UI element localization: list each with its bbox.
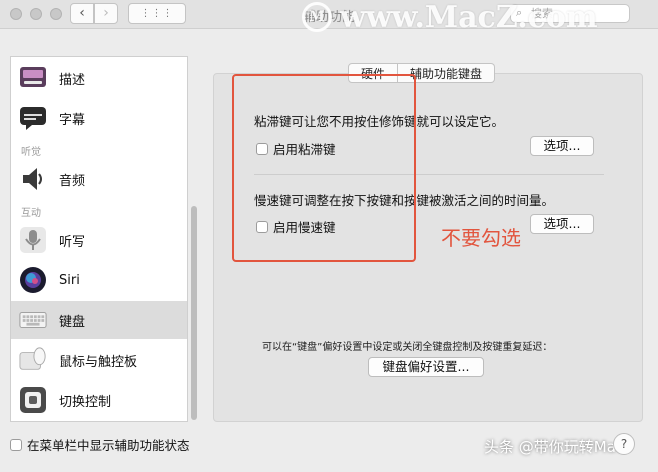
watermark-text: www.MacZ.com: [340, 0, 598, 35]
sidebar-item-label: 听写: [59, 234, 86, 250]
watermark-logo: M: [302, 2, 332, 32]
microphone-icon: [19, 226, 47, 254]
keyboard-preferences-button[interactable]: 键盘偏好设置...: [368, 357, 484, 377]
sidebar-section-interaction: 互动: [21, 208, 41, 219]
switch-control-icon: [19, 386, 47, 414]
description-icon: [19, 64, 47, 92]
menubar-status-label: 在菜单栏中显示辅助功能状态: [27, 438, 190, 453]
keyboard-prefs-note: 可以在“键盘”偏好设置中设定或关闭全键盘控制及按键重复延迟：: [262, 342, 553, 353]
speaker-icon: [19, 165, 47, 193]
sticky-keys-options-button[interactable]: 选项...: [530, 136, 594, 156]
menubar-status-checkbox[interactable]: 在菜单栏中显示辅助功能状态: [10, 435, 190, 454]
sidebar-item-label: 描述: [59, 72, 86, 88]
sidebar[interactable]: 描述 字幕 听觉 音频 互动 听写 Siri 键盘 鼠标与触控板 切换控制: [10, 56, 188, 422]
sidebar-section-hearing: 听觉: [21, 147, 41, 158]
sidebar-item-label: 鼠标与触控板: [59, 354, 138, 370]
watermark: M www.MacZ.com: [296, 0, 598, 35]
sidebar-item-captions[interactable]: 字幕: [11, 99, 187, 137]
help-button[interactable]: ?: [613, 433, 635, 455]
mouse-trackpad-icon: [19, 346, 47, 374]
sidebar-item-switch-control[interactable]: 切换控制: [11, 381, 187, 419]
sidebar-scrollbar[interactable]: [191, 206, 197, 420]
sidebar-item-label: 音频: [59, 173, 86, 189]
sidebar-item-siri[interactable]: Siri: [11, 261, 187, 299]
checkbox-box[interactable]: [10, 438, 22, 451]
sidebar-item-audio[interactable]: 音频: [11, 160, 187, 198]
keyboard-icon: [19, 306, 47, 334]
sidebar-item-label: Siri: [59, 272, 80, 288]
sidebar-item-description[interactable]: 描述: [11, 59, 187, 97]
annotation-text: 不要勾选: [441, 226, 521, 250]
captions-icon: [19, 104, 47, 132]
sidebar-item-label: 键盘: [59, 314, 86, 330]
annotation-highlight-box: [232, 74, 416, 262]
sidebar-item-label: 切换控制: [59, 394, 112, 410]
sidebar-item-keyboard[interactable]: 键盘: [11, 301, 187, 339]
slow-keys-options-button[interactable]: 选项...: [530, 214, 594, 234]
credit-watermark: 头条 @带你玩转Mac: [484, 438, 625, 456]
siri-icon: [19, 266, 47, 294]
sidebar-item-label: 字幕: [59, 112, 86, 128]
sidebar-item-dictation[interactable]: 听写: [11, 221, 187, 259]
sidebar-item-mouse-trackpad[interactable]: 鼠标与触控板: [11, 341, 187, 379]
